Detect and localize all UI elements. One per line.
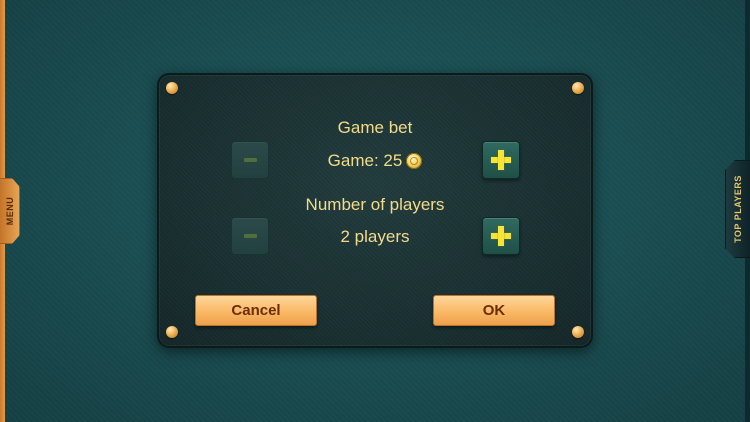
- rivet-icon: [166, 82, 178, 94]
- cancel-button[interactable]: Cancel: [195, 295, 317, 326]
- plus-icon: [491, 226, 511, 246]
- rivet-icon: [166, 326, 178, 338]
- coin-icon: [406, 153, 423, 169]
- players-increase-button[interactable]: [482, 217, 520, 255]
- players-value: 2 players: [159, 227, 591, 247]
- plus-icon: [491, 150, 511, 170]
- players-value-text: 2 players: [340, 227, 410, 246]
- game-bet-value-text: Game: 25: [327, 151, 403, 170]
- game-settings-dialog: Game bet Game: 25 Number of players 2 pl…: [157, 73, 593, 348]
- menu-tab[interactable]: MENU: [0, 178, 20, 244]
- ok-button[interactable]: OK: [433, 295, 555, 326]
- game-bet-increase-button[interactable]: [482, 141, 520, 179]
- top-players-tab-label: TOP PLAYERS: [733, 175, 743, 243]
- top-players-tab[interactable]: TOP PLAYERS: [725, 160, 750, 258]
- players-label: Number of players: [305, 195, 445, 214]
- rivet-icon: [572, 326, 584, 338]
- game-bet-label: Game bet: [337, 118, 413, 137]
- rivet-icon: [572, 82, 584, 94]
- game-bet-value: Game: 25: [159, 151, 591, 171]
- menu-tab-label: MENU: [4, 196, 15, 226]
